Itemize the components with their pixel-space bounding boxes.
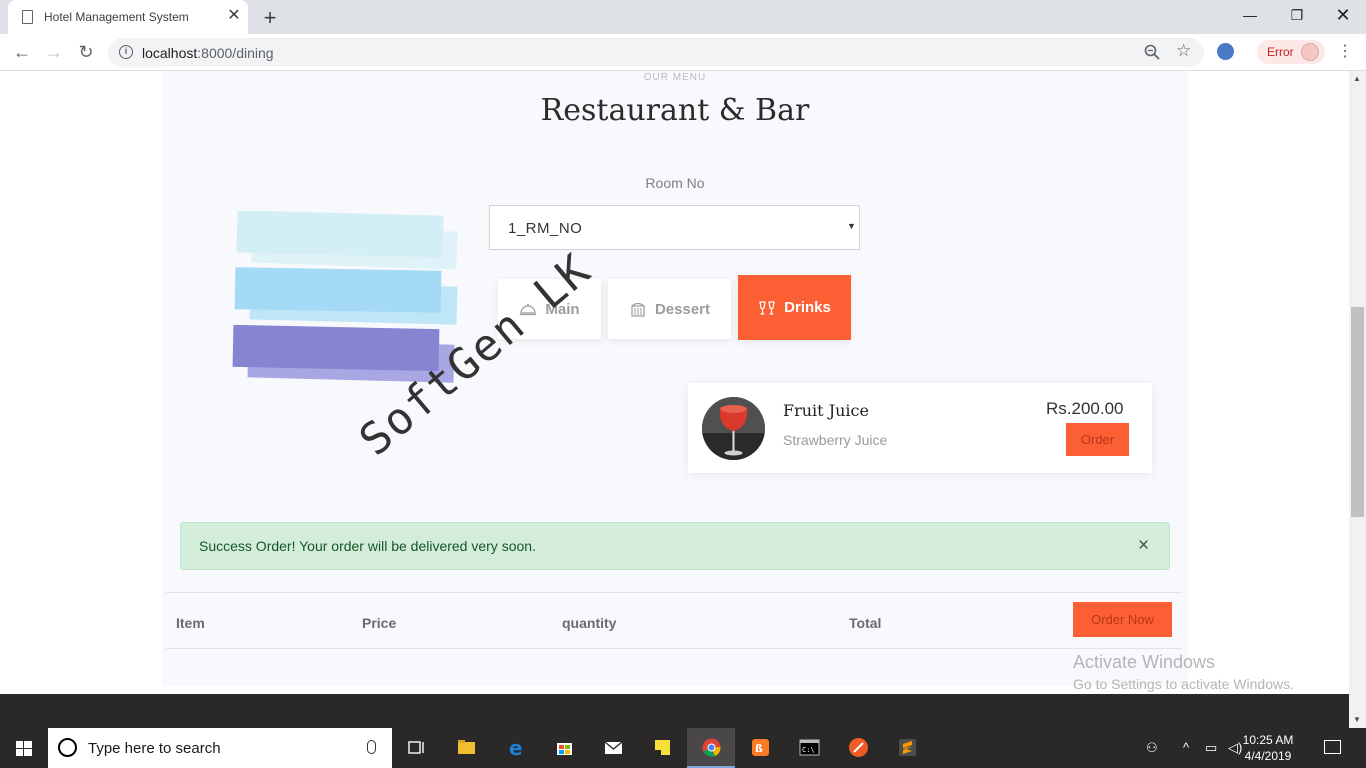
notification-icon[interactable] [1324, 740, 1341, 754]
decorative-stripes [232, 211, 458, 383]
column-quantity: quantity [562, 615, 617, 631]
taskbar-clock[interactable]: 10:25 AM 4/4/2019 [1230, 732, 1306, 764]
forward-icon[interactable]: → [43, 41, 65, 63]
file-explorer-icon[interactable] [442, 728, 490, 768]
column-total: Total [849, 615, 882, 631]
scroll-thumb[interactable] [1351, 307, 1364, 517]
reload-icon[interactable]: ↻ [75, 41, 97, 63]
search-placeholder: Type here to search [88, 740, 221, 757]
terminal-icon[interactable]: C:\ [785, 728, 833, 768]
back-icon[interactable]: ← [11, 41, 33, 63]
cortana-icon [58, 738, 77, 757]
menu-item-name: Fruit Juice [783, 401, 869, 420]
order-now-button[interactable]: Order Now [1073, 602, 1172, 637]
success-alert: Success Order! Your order will be delive… [180, 522, 1170, 570]
svg-text:ß: ß [755, 742, 763, 755]
column-item: Item [176, 615, 205, 631]
category-dessert-button[interactable]: Dessert [608, 279, 731, 339]
alert-message: Success Order! Your order will be delive… [199, 538, 536, 554]
room-select-value: 1_RM_NO [508, 220, 583, 237]
category-drinks-button[interactable]: Drinks [738, 275, 851, 340]
category-drinks-label: Drinks [784, 299, 831, 316]
people-icon[interactable]: ⚇ [1146, 740, 1158, 756]
clock-time: 10:25 AM [1242, 733, 1294, 747]
error-label: Error [1267, 45, 1294, 59]
page-scrollbar[interactable]: ▲ ▼ [1349, 71, 1366, 728]
activate-subtitle: Go to Settings to activate Windows. [1073, 676, 1294, 692]
scroll-up-icon[interactable]: ▲ [1353, 74, 1361, 83]
category-dessert-label: Dessert [654, 300, 711, 318]
menu-item-card: Fruit Juice Strawberry Juice Rs.200.00 O… [688, 383, 1152, 473]
info-icon[interactable]: i [119, 45, 133, 59]
taskbar: Type here to search e ß C:\ ⚇ ^ ▭ ◁) 10:… [0, 728, 1366, 768]
profile-error-chip[interactable]: Error [1257, 40, 1325, 64]
mail-icon[interactable] [589, 728, 637, 768]
menu-item-description: Strawberry Juice [783, 432, 888, 448]
page-title: Restaurant & Bar [540, 93, 810, 128]
restore-button[interactable]: ❐ [1277, 4, 1317, 26]
menu-section: OUR MENU Restaurant & Bar Room No 1_RM_N… [162, 71, 1188, 686]
chevron-up-icon[interactable]: ^ [1183, 740, 1189, 755]
page-icon [22, 10, 33, 24]
close-icon[interactable]: × [1138, 535, 1149, 557]
menu-item-price: Rs.200.00 [1046, 399, 1124, 418]
star-icon[interactable]: ☆ [1176, 41, 1191, 61]
caret-down-icon: ▼ [847, 221, 856, 231]
activate-windows-watermark: Activate Windows Go to Settings to activ… [1073, 652, 1294, 692]
activate-title: Activate Windows [1073, 652, 1216, 672]
svg-text:e: e [509, 737, 523, 758]
extension-icon[interactable] [1217, 43, 1234, 60]
column-price: Price [362, 615, 397, 631]
browser-tab-strip: Hotel Management System ✕ + — ❐ ✕ [0, 0, 1366, 34]
menu-dots-icon[interactable]: ⋮ [1337, 40, 1353, 64]
store-icon[interactable] [540, 728, 588, 768]
browser-toolbar: ← → ↻ i localhost:8000/dining ☆ [0, 34, 1366, 71]
microphone-icon[interactable] [367, 740, 376, 754]
svg-text:C:\: C:\ [802, 746, 815, 754]
url-text: localhost:8000/dining [142, 45, 274, 61]
window-close-button[interactable]: ✕ [1323, 4, 1363, 26]
xampp-icon[interactable]: ß [736, 728, 784, 768]
address-bar[interactable]: i localhost:8000/dining ☆ [108, 38, 1204, 67]
minimize-button[interactable]: — [1230, 4, 1270, 26]
zoom-icon[interactable] [1144, 44, 1160, 60]
sticky-notes-icon[interactable] [638, 728, 686, 768]
room-label: Room No [645, 175, 705, 191]
desktop-band [0, 694, 1349, 728]
profile-avatar [1301, 43, 1319, 61]
glasses-icon [759, 300, 775, 315]
sublime-icon[interactable] [883, 728, 931, 768]
tab-title: Hotel Management System [44, 10, 189, 24]
taskbar-search[interactable]: Type here to search [48, 728, 392, 768]
menu-item-image [702, 397, 765, 460]
start-button[interactable] [0, 728, 48, 768]
page-viewport: OUR MENU Restaurant & Bar Room No 1_RM_N… [0, 71, 1349, 694]
task-view-icon[interactable] [392, 728, 440, 768]
clock-date: 4/4/2019 [1244, 749, 1292, 763]
scroll-down-icon[interactable]: ▼ [1353, 715, 1361, 724]
room-select[interactable]: 1_RM_NO ▼ [489, 205, 860, 250]
plus-icon[interactable]: + [259, 5, 281, 31]
edge-icon[interactable]: e [492, 728, 540, 768]
juice-glass-icon [702, 397, 765, 460]
cake-icon [631, 302, 645, 317]
windows-icon [16, 741, 32, 756]
battery-icon[interactable]: ▭ [1205, 740, 1217, 756]
browser-tab[interactable]: Hotel Management System ✕ [8, 0, 248, 34]
cart-table-header: Item Price quantity Total Order Now [166, 592, 1182, 649]
postman-icon[interactable] [834, 728, 882, 768]
chrome-icon[interactable] [687, 728, 735, 768]
order-button[interactable]: Order [1066, 423, 1129, 456]
section-eyebrow: OUR MENU [643, 72, 707, 83]
close-icon[interactable]: ✕ [225, 7, 243, 25]
